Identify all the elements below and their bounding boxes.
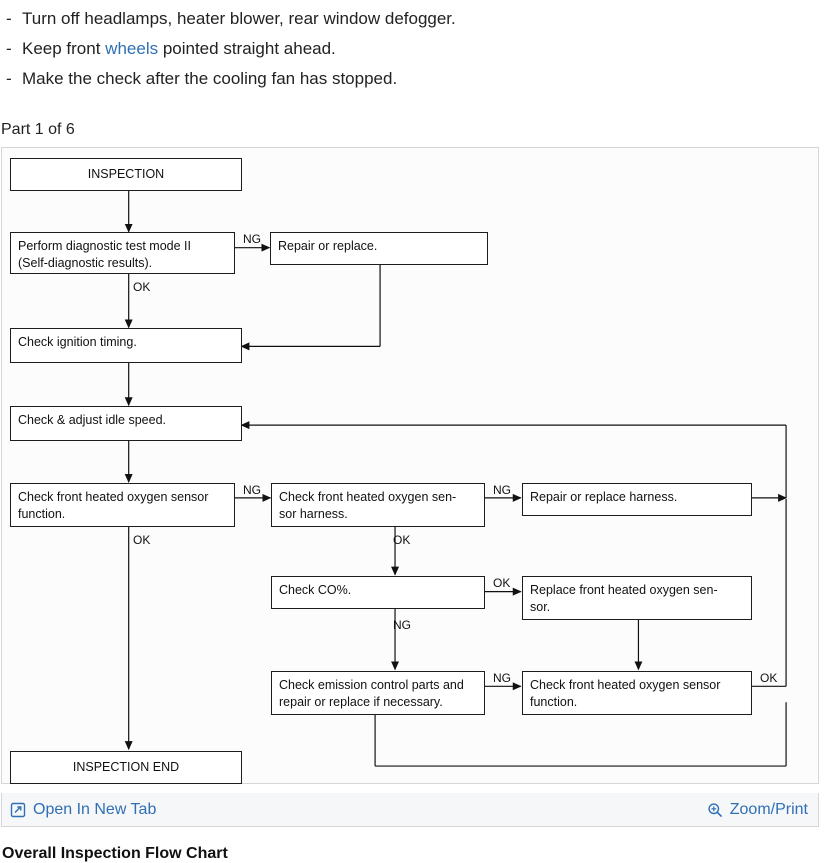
notes-list: - Turn off headlamps, heater blower, rea… [0,0,826,94]
list-item: - Keep front wheels pointed straight ahe… [6,34,826,64]
open-in-new-tab-button[interactable]: Open In New Tab [10,801,156,819]
flow-node-check-ignition-timing: Check ignition timing. [10,328,242,363]
magnifier-icon [707,802,723,818]
figure-caption: Overall Inspection Flow Chart [2,845,228,862]
edge-label-ng-4: NG [393,618,411,632]
flow-node-inspection-end: INSPECTION END [10,751,242,784]
flow-node-inspection: INSPECTION [10,158,242,191]
list-item-text: Turn off headlamps, heater blower, rear … [22,4,456,34]
zoom-print-label: Zoom/Print [729,800,808,818]
list-item-text: Keep front wheels pointed straight ahead… [22,34,336,64]
zoom-print-button[interactable]: Zoom/Print [707,801,808,819]
open-in-new-tab-icon [10,802,26,818]
flow-node-o2-sensor-harness: Check front heated oxygen sen- sor harne… [271,483,485,527]
edge-label-ng-5: NG [493,671,511,685]
edge-label-ok-3: OK [393,533,411,547]
flow-node-check-co: Check CO%. [271,576,485,609]
list-item: - Turn off headlamps, heater blower, rea… [6,4,826,34]
list-item-text: Make the check after the cooling fan has… [22,64,397,94]
bullet-dash: - [6,69,12,88]
edge-label-ok-1: OK [133,280,151,294]
open-in-new-tab-label: Open In New Tab [33,800,157,818]
flow-node-o2-function-recheck: Check front heated oxygen sensor functio… [522,671,752,715]
list-item-text-pre: Make the check after the cooling fan has… [22,69,398,88]
edge-label-ng-1: NG [243,232,261,246]
wheels-link[interactable]: wheels [105,39,158,58]
flow-node-o2-sensor-function: Check front heated oxygen sensor functio… [10,483,235,527]
edge-label-ok-4: OK [493,576,511,590]
list-item-text-post: pointed straight ahead. [158,39,336,58]
list-item: - Make the check after the cooling fan h… [6,64,826,94]
edge-label-ng-3: NG [493,483,511,497]
part-label: Part 1 of 6 [1,121,75,138]
edge-label-ok-5: OK [760,671,778,685]
flow-node-check-idle-speed: Check & adjust idle speed. [10,406,242,441]
flow-node-replace-o2-sensor: Replace front heated oxygen sen- sor. [522,576,752,620]
list-item-text-pre: Turn off headlamps, heater blower, rear … [22,9,456,28]
bullet-dash: - [6,9,12,28]
edge-label-ng-2: NG [243,483,261,497]
list-item-text-pre: Keep front [22,39,106,58]
bullet-dash: - [6,39,12,58]
flow-node-emission-control: Check emission control parts and repair … [271,671,485,715]
figure-footer-bar: Open In New Tab Zoom/Print [1,793,819,827]
flow-chart-figure: INSPECTION Perform diagnostic test mode … [1,147,819,784]
flow-node-diagnostic-test-mode: Perform diagnostic test mode II (Self-di… [10,232,235,274]
edge-label-ok-2: OK [133,533,151,547]
flow-node-repair-or-replace: Repair or replace. [270,232,488,265]
flow-node-repair-harness: Repair or replace harness. [522,483,752,516]
